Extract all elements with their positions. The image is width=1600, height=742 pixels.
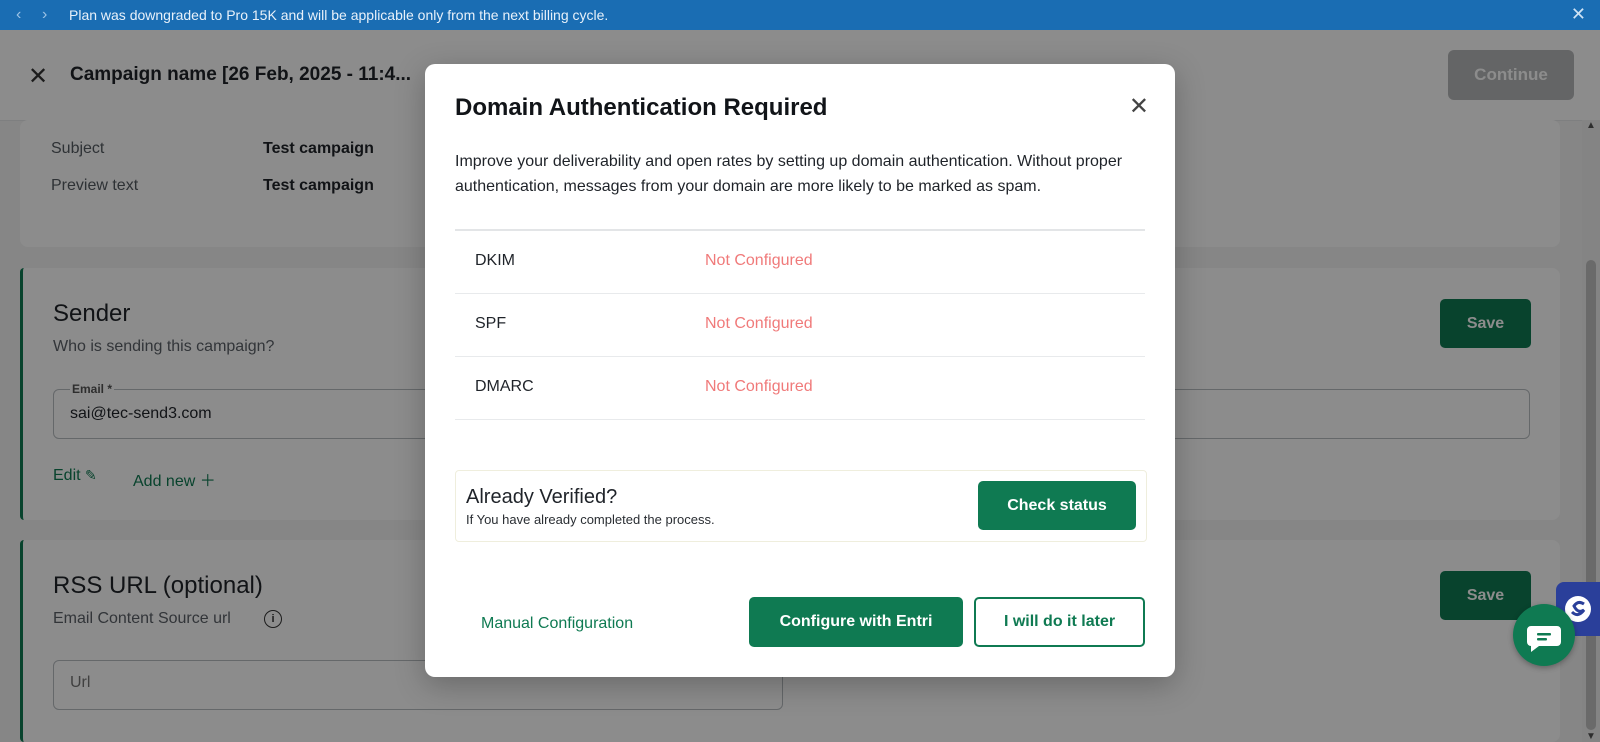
status-badge: Not Configured xyxy=(705,252,813,269)
notification-message: Plan was downgraded to Pro 15K and will … xyxy=(69,7,609,23)
chat-button[interactable] xyxy=(1513,604,1575,666)
configure-with-entri-button[interactable]: Configure with Entri xyxy=(749,597,963,647)
verified-title: Already Verified? xyxy=(466,486,618,508)
table-row: DKIM Not Configured xyxy=(455,231,1145,294)
status-badge: Not Configured xyxy=(705,378,813,395)
manual-configuration-link[interactable]: Manual Configuration xyxy=(481,615,633,633)
check-status-button[interactable]: Check status xyxy=(978,481,1136,530)
table-row: SPF Not Configured xyxy=(455,294,1145,357)
auth-records-table: DKIM Not Configured SPF Not Configured D… xyxy=(455,229,1145,420)
table-row: DMARC Not Configured xyxy=(455,357,1145,420)
record-name: DKIM xyxy=(475,252,515,269)
record-name: SPF xyxy=(475,315,507,332)
domain-auth-modal: Domain Authentication Required ✕ Improve… xyxy=(425,64,1175,677)
verified-subtitle: If You have already completed the proces… xyxy=(466,512,715,527)
chevron-right-icon[interactable]: › xyxy=(42,6,47,24)
status-badge: Not Configured xyxy=(705,315,813,332)
chevron-left-icon[interactable]: ‹ xyxy=(16,6,21,24)
close-icon[interactable]: ✕ xyxy=(1571,4,1586,25)
notification-bar: ‹ › Plan was downgraded to Pro 15K and w… xyxy=(0,0,1600,30)
do-it-later-button[interactable]: I will do it later xyxy=(974,597,1145,647)
record-name: DMARC xyxy=(475,378,534,395)
already-verified-box: Already Verified? If You have already co… xyxy=(455,470,1147,542)
chat-icon xyxy=(1527,626,1561,652)
close-icon[interactable]: ✕ xyxy=(1129,92,1149,121)
modal-title: Domain Authentication Required xyxy=(455,94,828,121)
modal-description: Improve your deliverability and open rat… xyxy=(455,153,1123,195)
